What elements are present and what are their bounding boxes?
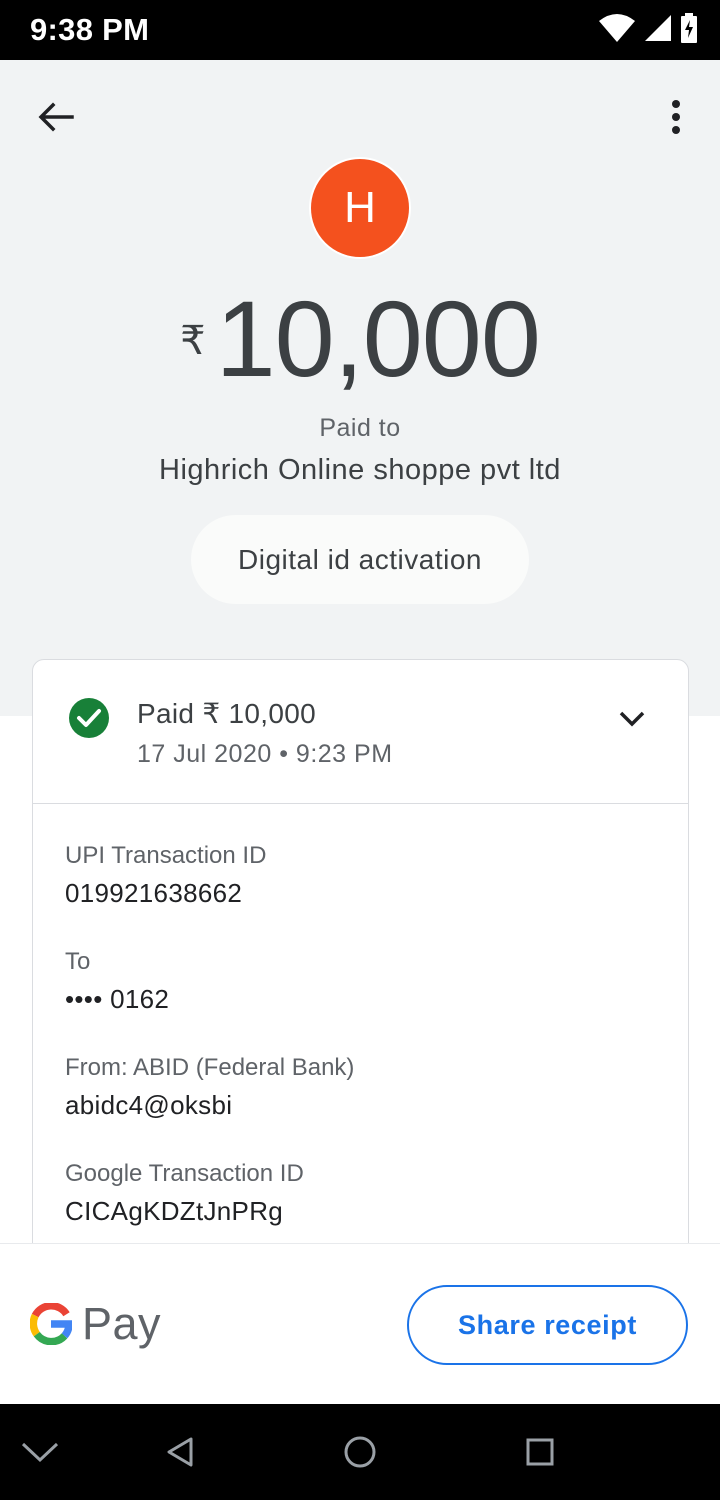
payee-name: Highrich Online shoppe pvt ltd — [159, 454, 561, 486]
google-transaction-id-value: CICAgKDZtJnPRg — [65, 1196, 284, 1226]
home-circle-icon — [344, 1436, 376, 1468]
nav-home-button[interactable] — [340, 1432, 380, 1472]
cellular-signal-icon — [644, 14, 672, 47]
google-g-icon — [30, 1303, 72, 1345]
from-label: From: ABID (Federal Bank) — [65, 1054, 355, 1081]
nav-recents-button[interactable] — [520, 1432, 560, 1472]
status-time: 9:38 PM — [30, 12, 150, 47]
status-bar: 9:38 PM — [0, 0, 720, 60]
expand-details-button[interactable] — [611, 698, 653, 740]
upi-transaction-id-label: UPI Transaction ID — [65, 842, 267, 869]
google-transaction-id-label: Google Transaction ID — [65, 1160, 304, 1187]
system-nav-bar — [0, 1404, 720, 1500]
nav-collapse-button[interactable] — [20, 1432, 60, 1472]
back-triangle-icon — [167, 1437, 193, 1467]
more-options-button[interactable] — [650, 91, 702, 143]
to-label: To — [65, 948, 91, 975]
arrow-back-icon — [38, 102, 74, 132]
upi-transaction-id-value: 019921638662 — [65, 878, 243, 908]
pay-wordmark: Pay — [82, 1298, 162, 1349]
transaction-status: Paid ₹ 10,000 — [137, 698, 316, 729]
payment-amount: ₹10,000 — [0, 276, 720, 402]
google-pay-logo: Pay — [30, 1296, 161, 1352]
back-button[interactable] — [30, 91, 82, 143]
battery-charging-icon — [680, 12, 698, 48]
transaction-datetime: 17 Jul 2020 • 9:23 PM — [137, 740, 393, 768]
from-upi-id-value: abidc4@oksbi — [65, 1090, 233, 1120]
transaction-details-card: Paid ₹ 10,000 17 Jul 2020 • 9:23 PM UPI … — [32, 659, 689, 1279]
transaction-status-header[interactable]: Paid ₹ 10,000 17 Jul 2020 • 9:23 PM — [33, 660, 688, 804]
recents-square-icon — [526, 1438, 554, 1466]
amount-value: 10,000 — [215, 278, 541, 399]
status-icons — [598, 12, 698, 48]
more-vert-icon — [672, 100, 680, 134]
check-circle-icon — [69, 698, 109, 738]
paid-to-label: Paid to — [319, 414, 401, 442]
nav-back-button[interactable] — [160, 1432, 200, 1472]
chevron-down-icon — [21, 1442, 59, 1463]
to-account-value: •••• 0162 — [65, 984, 170, 1014]
payee-avatar: H — [309, 157, 411, 259]
currency-symbol: ₹ — [180, 319, 206, 363]
payment-note: Digital id activation — [191, 515, 529, 604]
chevron-down-icon — [619, 711, 645, 727]
wifi-icon — [598, 13, 636, 48]
share-receipt-button[interactable]: Share receipt — [407, 1285, 688, 1365]
bottom-action-bar: Pay Share receipt — [0, 1243, 720, 1404]
